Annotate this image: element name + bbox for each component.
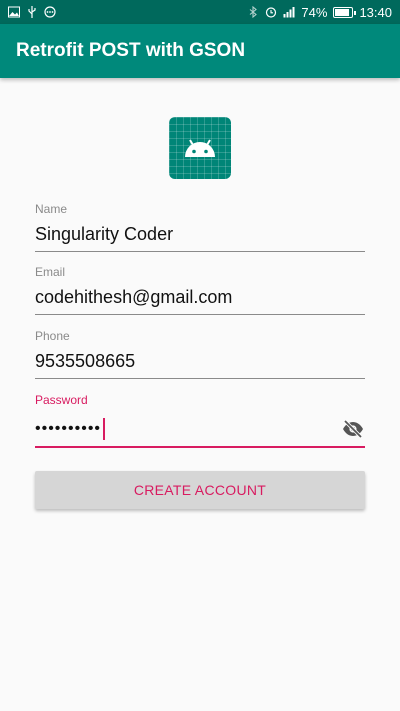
create-account-button[interactable]: CREATE ACCOUNT <box>35 471 365 509</box>
phone-underline <box>35 378 365 379</box>
app-logo <box>169 117 231 179</box>
name-input[interactable]: Singularity Coder <box>35 224 365 248</box>
app-title: Retrofit POST with GSON <box>16 40 246 61</box>
email-label: Email <box>35 265 66 279</box>
clock: 13:40 <box>359 4 392 20</box>
notification-icon <box>44 6 56 18</box>
visibility-off-icon[interactable] <box>341 417 365 441</box>
gallery-icon <box>8 6 20 18</box>
email-underline <box>35 314 365 315</box>
password-underline <box>35 446 365 448</box>
email-input[interactable]: codehithesh@gmail.com <box>35 287 365 311</box>
app-bar: Retrofit POST with GSON <box>0 24 400 78</box>
name-underline <box>35 251 365 252</box>
text-cursor <box>103 418 106 440</box>
password-masked-value: •••••••••• <box>35 420 102 437</box>
phone-field[interactable]: Phone 9535508665 <box>35 329 365 379</box>
android-icon <box>185 139 215 157</box>
battery-icon <box>333 6 357 18</box>
phone-input[interactable]: 9535508665 <box>35 351 365 375</box>
name-label: Name <box>35 202 68 216</box>
password-label: Password <box>35 393 88 407</box>
phone-label: Phone <box>35 329 70 343</box>
alarm-icon <box>266 7 277 18</box>
password-input[interactable]: •••••••••• <box>35 418 106 440</box>
status-left <box>8 6 56 18</box>
battery-percent: 74% <box>301 4 328 20</box>
password-field[interactable]: Password •••••••••• <box>35 393 365 448</box>
status-right: 74% 13:40 <box>247 5 392 20</box>
signal-icon <box>283 7 295 18</box>
name-field[interactable]: Name Singularity Coder <box>35 202 365 252</box>
email-field[interactable]: Email codehithesh@gmail.com <box>35 265 365 315</box>
usb-icon <box>28 6 36 18</box>
status-bar: 74% 13:40 <box>0 0 400 24</box>
bluetooth-icon <box>250 6 258 18</box>
